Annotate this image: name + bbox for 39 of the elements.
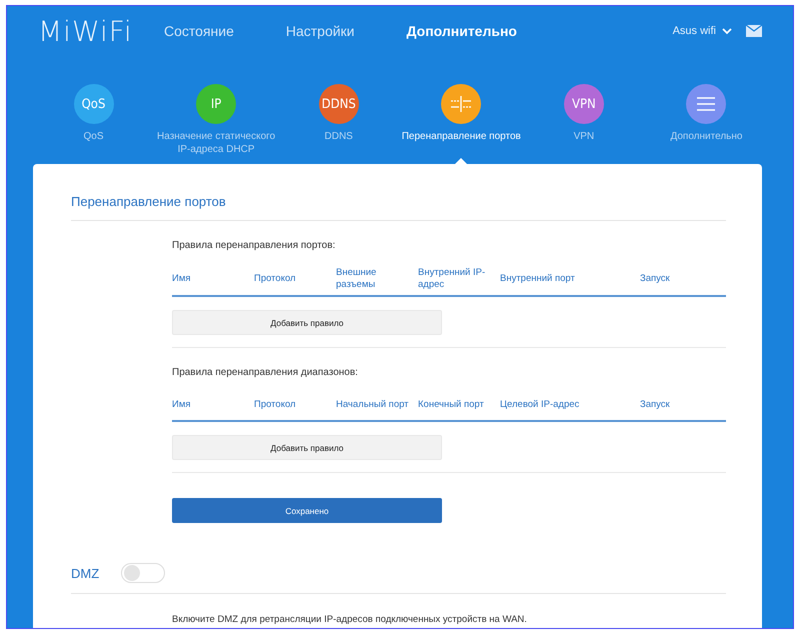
column-header: Имя — [172, 399, 192, 411]
feature-tab[interactable]: IP Назначение статического IP-адреса DHCP — [156, 84, 277, 164]
add-rule-button[interactable]: Добавить правило — [172, 310, 442, 335]
nav-tab[interactable]: Дополнительно — [406, 23, 517, 39]
column-header: Начальный порт — [336, 399, 410, 411]
feature-badge: DDNS — [318, 84, 359, 124]
column-header: Протокол — [254, 273, 297, 285]
table-title: Правила перенаправления портов: — [172, 240, 336, 251]
nav-tab[interactable]: Состояние — [164, 23, 234, 39]
feature-badge: IP — [196, 84, 236, 124]
section-title: Перенаправление портов — [71, 194, 726, 221]
column-header: Запуск — [640, 399, 671, 411]
column-header: Запуск — [640, 273, 671, 285]
logo: MiWiFi — [38, 14, 134, 48]
dmz-description: Включите DMZ для ретрансляции IP-адресов подключенных устройств на WAN. — [172, 614, 528, 625]
mail-icon[interactable] — [746, 25, 762, 37]
column-header: Целевой IP-адрес — [500, 399, 580, 411]
column-header: Внутренний IP-адрес — [418, 267, 486, 291]
chevron-down-icon[interactable] — [722, 28, 732, 34]
column-header: Конечный порт — [418, 399, 485, 411]
user-name[interactable]: Asus wifi — [672, 25, 716, 37]
feature-tab[interactable]: Дополнительно — [646, 84, 767, 164]
save-button[interactable]: Сохранено — [172, 498, 442, 523]
dmz-title: DMZ — [71, 566, 100, 580]
column-header: Протокол — [254, 399, 297, 411]
column-header: Имя — [172, 273, 192, 285]
feature-tab[interactable]: VPN VPN — [523, 84, 644, 164]
feature-badge: QoS — [74, 84, 114, 124]
feature-tab[interactable]: DDNS DDNS — [278, 84, 400, 164]
menu-icon — [697, 97, 716, 111]
port-forward-icon — [450, 96, 472, 112]
nav-tab[interactable]: Настройки — [286, 23, 355, 39]
column-header: Внешние разъемы — [336, 267, 378, 291]
add-rule-button[interactable]: Добавить правило — [172, 435, 442, 460]
dmz-toggle[interactable] — [121, 563, 166, 583]
column-header: Внутренний порт — [500, 273, 576, 285]
feature-badge: VPN — [564, 84, 604, 124]
feature-tab[interactable]: QoS QoS — [33, 84, 154, 164]
table-title: Правила перенаправления диапазонов: — [172, 367, 359, 378]
